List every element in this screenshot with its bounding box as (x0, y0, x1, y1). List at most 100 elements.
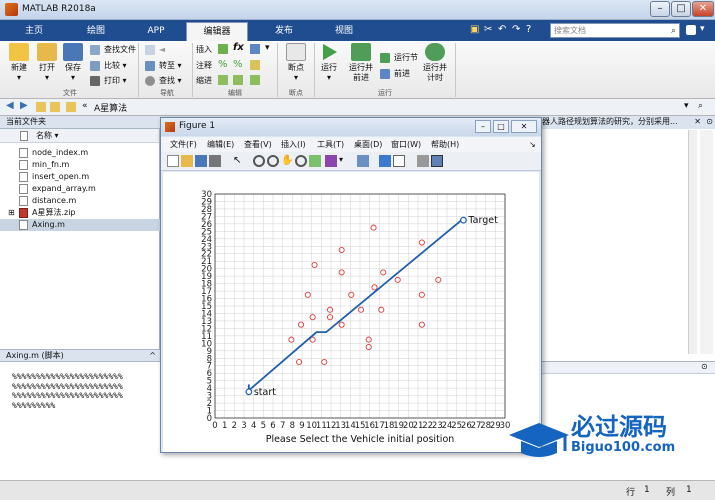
figure-close-button[interactable]: ✕ (511, 120, 537, 133)
address-dropdown-icon[interactable]: ▾ (684, 101, 689, 111)
back-icon[interactable]: ◀ (6, 100, 14, 111)
wrap-icon[interactable] (250, 60, 260, 70)
find-files-button[interactable]: 查找文件 (90, 43, 136, 56)
list-item[interactable]: Axing.m (0, 219, 160, 231)
address-path[interactable]: A星算法 (94, 101, 127, 114)
list-item[interactable]: min_fn.m (0, 159, 160, 171)
tab-publish[interactable]: 发布 (256, 22, 312, 41)
run-group-label: 运行 (378, 89, 392, 97)
ribbon-collapse-icon[interactable]: ▾ (700, 24, 705, 34)
redo-icon[interactable]: ↷ (512, 24, 520, 35)
smart-indent-icon[interactable] (218, 75, 228, 85)
close-button[interactable]: ✕ (692, 1, 714, 17)
run-section-button[interactable]: 运行节 (380, 51, 418, 64)
editor-scrollbar-right[interactable] (700, 130, 713, 354)
undo-icon[interactable]: ↶ (498, 24, 506, 35)
run-time-button[interactable]: 运行并 计时 (418, 43, 452, 83)
hide-plot-tools-icon[interactable] (417, 155, 429, 167)
forward-icon[interactable]: ▶ (20, 100, 28, 111)
tab-editor[interactable]: 编辑器 (186, 22, 248, 41)
new-figure-icon[interactable] (167, 155, 179, 167)
path-chart[interactable]: 0 1 2 3 4 5 6 7 8 9 101112131415161718192021222324… (163, 172, 539, 452)
advance-button[interactable]: 前进 (380, 67, 410, 80)
data-cursor-icon[interactable] (309, 155, 321, 167)
menu-tools[interactable]: 工具(T) (317, 137, 344, 152)
save-figure-icon[interactable] (195, 155, 207, 167)
menu-file[interactable]: 文件(F) (170, 137, 197, 152)
cut-icon[interactable]: ✂ (484, 24, 492, 35)
quick-save-icon[interactable]: ▣ (470, 24, 479, 35)
list-item[interactable]: insert_open.m (0, 171, 160, 183)
link-plot-icon[interactable] (357, 155, 369, 167)
path-line (247, 219, 463, 393)
figure-maximize-button[interactable]: □ (493, 120, 509, 133)
up-folder-icon[interactable] (36, 102, 46, 112)
print-figure-icon[interactable] (209, 155, 221, 167)
show-plot-tools-icon[interactable] (431, 155, 443, 167)
tab-view[interactable]: 视图 (316, 22, 372, 41)
goto-button[interactable]: 转至 ▾ (145, 59, 182, 72)
figure-window[interactable]: Figure 1 – □ ✕ 文件(F) 编辑(E) 查看(V) 插入(I) 工… (160, 117, 542, 453)
menu-dock-icon[interactable]: ↘ (529, 137, 536, 152)
save-button[interactable]: 保存 ▾ (56, 43, 90, 83)
compare-button[interactable]: 比较 ▾ (90, 59, 127, 72)
pointer-icon[interactable]: ↖ (233, 155, 245, 167)
run-advance-button[interactable]: 运行并 前进 (344, 43, 378, 83)
uncomment-icon[interactable]: % (233, 59, 243, 70)
menu-edit[interactable]: 编辑(E) (207, 137, 234, 152)
file-list-header[interactable]: 名称 ▾ (0, 129, 159, 143)
zoom-out-icon[interactable] (267, 155, 279, 167)
help-icon[interactable]: ? (526, 24, 531, 35)
insert-code-icon[interactable] (250, 44, 260, 54)
indent-button[interactable]: 缩进 (196, 74, 212, 87)
details-collapse-icon[interactable]: ^ (149, 350, 156, 362)
legend-icon[interactable] (393, 155, 405, 167)
maximize-button[interactable]: □ (671, 1, 691, 17)
tab-plots[interactable]: 绘图 (68, 22, 124, 41)
pan-hand-icon[interactable]: ✋ (281, 155, 293, 167)
rotate-icon[interactable] (295, 155, 307, 167)
notification-icon[interactable] (686, 25, 696, 35)
expand-icon[interactable]: ⊞ (8, 207, 15, 219)
menu-window[interactable]: 窗口(W) (391, 137, 421, 152)
minimize-button[interactable]: – (650, 1, 670, 17)
list-item[interactable]: ⊞ A星算法.zip (0, 207, 160, 219)
menu-desktop[interactable]: 桌面(D) (354, 137, 382, 152)
list-item[interactable]: distance.m (0, 195, 160, 207)
editor-scrollbar[interactable] (688, 130, 697, 354)
colorbar-icon[interactable] (379, 155, 391, 167)
insert-section-icon[interactable] (218, 44, 228, 54)
tab-home[interactable]: 主页 (6, 22, 62, 41)
open-file-icon[interactable] (181, 155, 193, 167)
find-button[interactable]: 查找 ▾ (145, 74, 182, 87)
insert-button[interactable]: 插入 (196, 43, 212, 56)
menu-view[interactable]: 查看(V) (244, 137, 272, 152)
tab-apps[interactable]: APP (128, 22, 184, 41)
comment-button[interactable]: 注释 (196, 59, 212, 72)
brush-icon[interactable] (325, 155, 337, 167)
run-button[interactable]: 运行 ▾ (312, 43, 346, 83)
menu-help[interactable]: 帮助(H) (431, 137, 459, 152)
menu-insert[interactable]: 插入(I) (281, 137, 306, 152)
editor-close-icon[interactable]: ✕ (694, 116, 701, 128)
function-icon[interactable]: fx (233, 42, 244, 53)
comment-percent-icon[interactable]: % (218, 59, 228, 70)
indent-left-icon[interactable] (250, 75, 260, 85)
insert-dropdown-icon[interactable]: ▾ (265, 43, 270, 53)
search-input[interactable]: 搜索文档 ⌕ (550, 23, 680, 38)
command-window-menu-icon[interactable]: ⊙ (701, 362, 708, 371)
back-nav-button[interactable]: ◄ (145, 43, 165, 56)
figure-minimize-button[interactable]: – (475, 120, 491, 133)
list-item[interactable]: node_index.m (0, 147, 160, 159)
print-button[interactable]: 打印 ▾ (90, 74, 127, 87)
ribbon-separator (455, 43, 456, 97)
list-item[interactable]: expand_array.m (0, 183, 160, 195)
brush-dropdown-icon[interactable]: ▾ (339, 155, 351, 167)
address-search-icon[interactable]: ⌕ (698, 101, 703, 111)
x-tick-label: 1 (222, 421, 227, 431)
browse-folder-icon[interactable] (50, 102, 60, 112)
indent-right-icon[interactable] (233, 75, 243, 85)
editor-menu-icon[interactable]: ⊙ (706, 116, 713, 128)
breakpoints-button[interactable]: 断点 ▾ (279, 43, 313, 83)
zoom-in-icon[interactable] (253, 155, 265, 167)
